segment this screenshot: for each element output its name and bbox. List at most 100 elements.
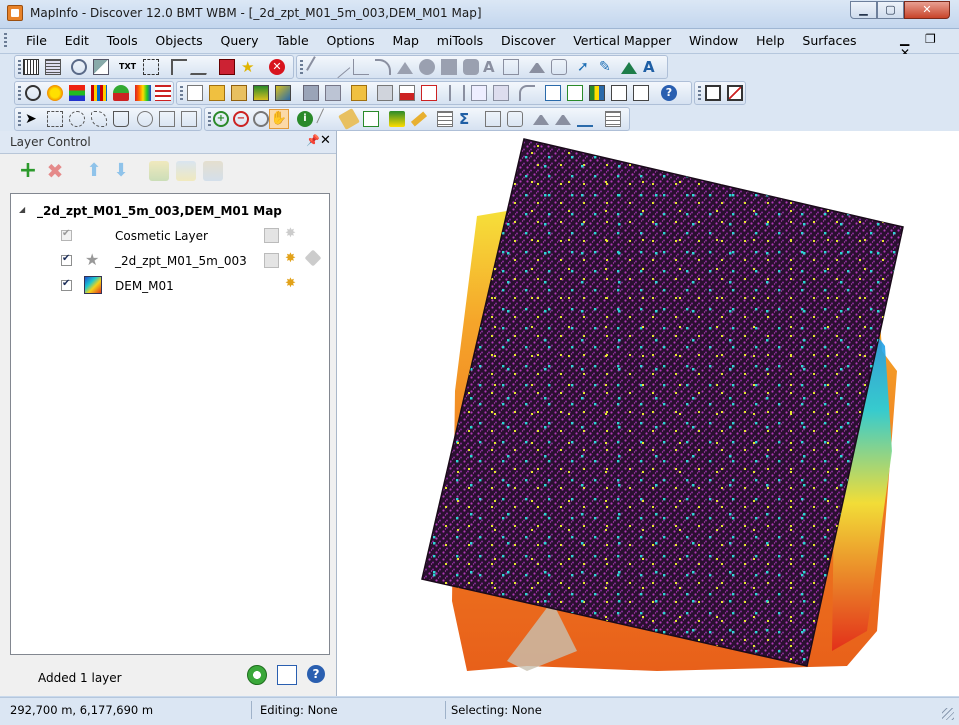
rounded-rectangle-icon[interactable] [463, 59, 479, 75]
layer-visibility-checkbox[interactable] [61, 278, 72, 291]
layer-visibility-checkbox[interactable] [61, 253, 72, 266]
styled-text-icon[interactable]: A [643, 59, 659, 75]
print-icon[interactable] [377, 85, 393, 101]
close-panel-icon[interactable]: ✕ [320, 133, 331, 148]
arc-icon[interactable] [375, 59, 391, 75]
save-as-icon[interactable] [325, 85, 341, 101]
sigma-icon[interactable]: Σ [459, 111, 475, 127]
close-window-icon[interactable] [727, 85, 743, 101]
menu-map[interactable]: Map [393, 33, 419, 48]
label-icon[interactable] [316, 108, 338, 130]
legend-list-icon[interactable] [437, 111, 453, 127]
unselect-icon[interactable] [137, 111, 153, 127]
editable-icon[interactable] [264, 253, 279, 268]
menu-edit[interactable]: Edit [65, 33, 89, 48]
show-window-icon[interactable] [555, 115, 571, 125]
invert-select-icon[interactable] [159, 111, 175, 127]
ellipse-icon[interactable] [419, 59, 435, 75]
text-icon[interactable]: TXT [119, 59, 136, 75]
save-icon[interactable] [303, 85, 319, 101]
hotlink-icon[interactable] [363, 111, 379, 127]
radius-select-icon[interactable] [69, 111, 85, 127]
tool-icon[interactable] [171, 59, 187, 75]
reshape-icon[interactable] [529, 63, 545, 73]
select-icon[interactable] [143, 59, 159, 75]
export-icon[interactable] [277, 665, 297, 685]
menu-table[interactable]: Table [276, 33, 308, 48]
zoom-in-icon[interactable]: + [213, 111, 229, 127]
editable-icon[interactable] [264, 228, 279, 243]
help-icon[interactable]: ? [661, 85, 677, 101]
label-icon[interactable] [304, 249, 322, 267]
frame-icon[interactable] [503, 59, 519, 75]
toolbar-grip[interactable] [180, 86, 183, 100]
stop-icon[interactable] [219, 59, 235, 75]
window-icon[interactable] [705, 85, 721, 101]
menu-tools[interactable]: Tools [107, 33, 138, 48]
pencil-icon[interactable] [306, 56, 328, 78]
menu-options[interactable]: Options [326, 33, 374, 48]
statistics-icon[interactable] [605, 111, 621, 127]
pin-icon[interactable]: 📌 [306, 134, 320, 147]
toolbar-grip[interactable] [698, 86, 701, 100]
rectangle-icon[interactable] [441, 59, 457, 75]
marquee-select-icon[interactable] [47, 111, 63, 127]
hash-grid-icon[interactable] [155, 85, 171, 101]
open-workspace-icon[interactable] [231, 85, 247, 101]
graph-select-icon[interactable] [181, 111, 197, 127]
change-view-icon[interactable] [253, 111, 269, 127]
arrow-icon[interactable]: ➚ [577, 59, 593, 75]
menu-query[interactable]: Query [220, 33, 258, 48]
clip-region-icon[interactable] [485, 111, 501, 127]
remove-layer-icon[interactable]: ✖ [45, 161, 65, 181]
map-icon[interactable] [93, 59, 109, 75]
open-map-icon[interactable] [253, 85, 269, 101]
text-tool-icon[interactable]: A [483, 59, 499, 75]
surface-icon[interactable] [113, 85, 129, 101]
sun-icon[interactable] [47, 85, 63, 101]
colour-grid-icon[interactable] [91, 85, 107, 101]
resize-grip[interactable] [942, 708, 954, 720]
toolbar-grip[interactable] [208, 112, 211, 126]
open-db-icon[interactable] [275, 85, 291, 101]
pdf-icon[interactable] [421, 85, 437, 101]
ruler-icon[interactable] [410, 111, 428, 127]
line-icon[interactable] [327, 55, 351, 79]
layer-row-dem[interactable]: DEM_M01 ✸ [11, 275, 327, 299]
undo-icon[interactable] [519, 85, 535, 101]
layout-icon[interactable] [611, 85, 627, 101]
zoom-out-icon[interactable]: − [233, 111, 249, 127]
menu-help[interactable]: Help [756, 33, 785, 48]
select-arrow-icon[interactable]: ➤ [25, 111, 41, 127]
clip-region-off-icon[interactable] [507, 111, 523, 127]
toolbar-grip[interactable] [18, 60, 21, 74]
menu-objects[interactable]: Objects [155, 33, 202, 48]
toolbar-grip[interactable] [4, 33, 7, 49]
menu-vertical-mapper[interactable]: Vertical Mapper [573, 33, 671, 48]
print-preview-icon[interactable] [399, 85, 415, 101]
tool-icon[interactable] [190, 59, 212, 75]
menu-mitools[interactable]: miTools [437, 33, 483, 48]
selectable-icon[interactable]: ✸ [285, 226, 296, 241]
toolbar-grip[interactable] [18, 112, 21, 126]
info-icon[interactable]: i [297, 111, 313, 127]
layer-row-points[interactable]: ★ _2d_zpt_M01_5m_003 ✸ [11, 249, 327, 274]
redistrict-icon[interactable] [633, 85, 649, 101]
selectable-icon[interactable]: ✸ [285, 276, 296, 291]
graph-icon[interactable] [589, 85, 605, 101]
selectable-icon[interactable]: ✸ [285, 251, 296, 266]
mountain-icon[interactable] [621, 62, 637, 74]
polygon-select-icon[interactable] [91, 111, 107, 127]
polygon-icon[interactable] [397, 62, 413, 74]
open-folder-icon[interactable] [209, 85, 225, 101]
grid-icon[interactable] [23, 59, 39, 75]
table-icon[interactable] [45, 59, 61, 75]
new-browser-icon[interactable] [545, 85, 561, 101]
map-canvas[interactable] [337, 131, 959, 696]
minimize-button[interactable]: ▁ [850, 1, 877, 19]
folder-icon[interactable] [351, 85, 367, 101]
refresh-icon[interactable] [247, 665, 267, 685]
menu-discover[interactable]: Discover [501, 33, 555, 48]
tag-icon[interactable] [338, 108, 360, 130]
label-options-icon[interactable] [203, 161, 223, 181]
